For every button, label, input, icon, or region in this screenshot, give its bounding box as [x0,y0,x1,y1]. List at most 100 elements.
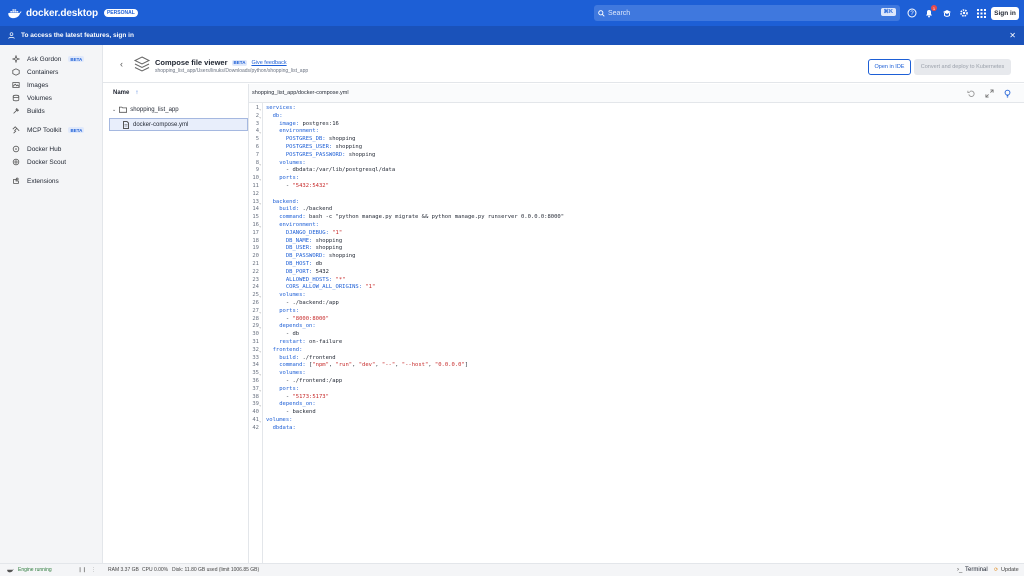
code-line[interactable]: 27 ⌄ ports: [249,308,1024,316]
code-line[interactable]: 36 - ./frontend:/app [249,378,1024,386]
code-line[interactable]: 31 restart: on-failure [249,339,1024,347]
code-line[interactable]: 5 POSTGRES_DB: shopping [249,136,1024,144]
more-vertical-icon[interactable]: ⋮ [91,567,96,573]
code-text: volumes: [266,160,306,168]
sort-arrow-icon[interactable]: ↑ [135,90,138,96]
pause-icon[interactable]: ❙❙ [78,567,86,573]
code-line[interactable]: 16 ⌄ environment: [249,222,1024,230]
code-line[interactable]: 11 - "5432:5432" [249,183,1024,191]
code-line[interactable]: 23 ALLOWED_HOSTS: "*" [249,277,1024,285]
search-input[interactable]: Search ⌘K [594,5,900,21]
code-line[interactable]: 15 command: bash -c "python manage.py mi… [249,214,1024,222]
code-line[interactable]: 28 - "8000:8000" [249,316,1024,324]
code-line[interactable]: 18 DB_NAME: shopping [249,238,1024,246]
sidebar-item-mcp-toolkit[interactable]: MCP Toolkit BETA [12,126,85,134]
sidebar-item-ask-gordon[interactable]: Ask Gordon BETA [12,55,85,63]
fold-chevron-icon[interactable]: ⌄ [259,175,261,183]
lightbulb-icon[interactable] [1003,89,1012,98]
code-line[interactable]: 34 command: ["npm", "run", "dev", "--", … [249,362,1024,370]
code-line[interactable]: 39 ⌄ depends_on: [249,401,1024,409]
expand-icon[interactable] [985,89,994,98]
code-line[interactable]: 42 dbdata: [249,425,1024,433]
fold-chevron-icon[interactable]: ⌄ [259,222,261,230]
convert-deploy-kubernetes-button[interactable]: Convert and deploy to Kubernetes [914,59,1011,75]
fold-chevron-icon[interactable]: ⌄ [259,308,261,316]
sign-in-button[interactable]: Sign in [991,7,1019,20]
sidebar-item-images[interactable]: Images [12,81,48,89]
code-line[interactable]: 7 POSTGRES_PASSWORD: shopping [249,152,1024,160]
fold-chevron-icon[interactable]: ⌄ [259,105,261,113]
fold-chevron-icon[interactable]: ⌄ [259,347,261,355]
code-line[interactable]: 12 [249,191,1024,199]
sidebar-item-volumes[interactable]: Volumes [12,94,52,102]
fold-chevron-icon[interactable]: ⌄ [259,323,261,331]
code-line[interactable]: 19 DB_USER: shopping [249,245,1024,253]
update-button[interactable]: Update [1001,567,1019,573]
code-line[interactable]: 13 ⌄ backend: [249,199,1024,207]
tree-file-selected[interactable]: docker-compose.yml [109,118,248,131]
code-line[interactable]: 24 CORS_ALLOW_ALL_ORIGINS: "1" [249,284,1024,292]
code-line[interactable]: 2 ⌄ db: [249,113,1024,121]
sidebar-item-docker-hub[interactable]: Docker Hub [12,145,61,153]
code-line[interactable]: 26 - ./backend:/app [249,300,1024,308]
code-line[interactable]: 33 build: ./frontend [249,355,1024,363]
fold-chevron-icon[interactable]: ⌄ [259,160,261,168]
open-in-ide-button[interactable]: Open in IDE [868,59,911,75]
yaml-string: "5432:5432" [292,183,329,189]
code-line[interactable]: 25 ⌄ volumes: [249,292,1024,300]
editor-header: shopping_list_app/docker-compose.yml [249,84,1024,103]
yaml-string: "0.0.0.0" [434,362,465,369]
give-feedback-link[interactable]: Give feedback [251,60,286,66]
fold-chevron-icon[interactable]: ⌄ [259,401,261,409]
close-icon[interactable]: ✕ [1009,31,1016,40]
tree-header[interactable]: Name ↑ [113,90,138,96]
tree-folder[interactable]: ⌄ shopping_list_app [112,106,179,113]
fold-chevron-icon[interactable]: ⌄ [259,386,261,394]
settings-gear-icon[interactable] [958,7,970,19]
revert-icon[interactable] [967,89,976,98]
chevron-down-icon[interactable]: ⌄ [112,107,116,113]
sidebar-item-containers[interactable]: Containers [12,68,58,76]
code-line[interactable]: 8 ⌄ volumes: [249,160,1024,168]
code-line[interactable]: 1 ⌄ services: [249,105,1024,113]
code-line[interactable]: 29 ⌄ depends_on: [249,323,1024,331]
line-number: 32 [252,346,259,353]
code-editor[interactable]: 1 ⌄ services: 2 ⌄ db: 3 image: postgres:16 4 ⌄ … [249,103,1024,563]
fold-chevron-icon[interactable]: ⌄ [259,370,261,378]
code-line[interactable]: 22 DB_PORT: 5432 [249,269,1024,277]
fold-chevron-icon[interactable]: ⌄ [259,199,261,207]
banner-text[interactable]: To access the latest features, sign in [21,32,134,39]
back-chevron-icon[interactable]: ‹ [120,59,123,69]
code-line[interactable]: 14 build: ./backend [249,206,1024,214]
code-line[interactable]: 35 ⌄ volumes: [249,370,1024,378]
code-line[interactable]: 6 POSTGRES_USER: shopping [249,144,1024,152]
code-line[interactable]: 38 - "5173:5173" [249,394,1024,402]
apps-grid-icon[interactable] [975,7,987,19]
fold-chevron-icon[interactable]: ⌄ [259,417,261,425]
code-line[interactable]: 32 ⌄ frontend: [249,347,1024,355]
code-line[interactable]: 41 ⌄ volumes: [249,417,1024,425]
code-line[interactable]: 37 ⌄ ports: [249,386,1024,394]
code-line[interactable]: 4 ⌄ environment: [249,128,1024,136]
line-number: 22 [252,268,259,275]
terminal-button[interactable]: Terminal [965,567,988,573]
learn-icon[interactable] [941,7,953,19]
code-line[interactable]: 30 - db [249,331,1024,339]
code-line[interactable]: 9 - dbdata:/var/lib/postgresql/data [249,167,1024,175]
code-line[interactable]: 20 DB_PASSWORD: shopping [249,253,1024,261]
sidebar-item-docker-scout[interactable]: Docker Scout [12,158,66,166]
fold-chevron-icon[interactable]: ⌄ [259,128,261,136]
code-line[interactable]: 21 DB_HOST: db [249,261,1024,269]
sidebar-item-extensions[interactable]: Extensions [12,177,59,185]
yaml-string: "1" [332,229,343,236]
fold-chevron-icon[interactable]: ⌄ [259,292,261,300]
fold-chevron-icon[interactable]: ⌄ [259,113,261,121]
code-line[interactable]: 10 ⌄ ports: [249,175,1024,183]
code-line[interactable]: 17 DJANGO_DEBUG: "1" [249,230,1024,238]
code-line[interactable]: 40 - backend [249,409,1024,417]
help-icon[interactable]: ? [906,7,918,19]
sidebar-item-builds[interactable]: Builds [12,107,45,115]
code-line[interactable]: 3 image: postgres:16 [249,121,1024,129]
docker-logo[interactable]: docker.desktop PERSONAL [8,8,138,19]
engine-status[interactable]: Engine running [18,567,52,573]
